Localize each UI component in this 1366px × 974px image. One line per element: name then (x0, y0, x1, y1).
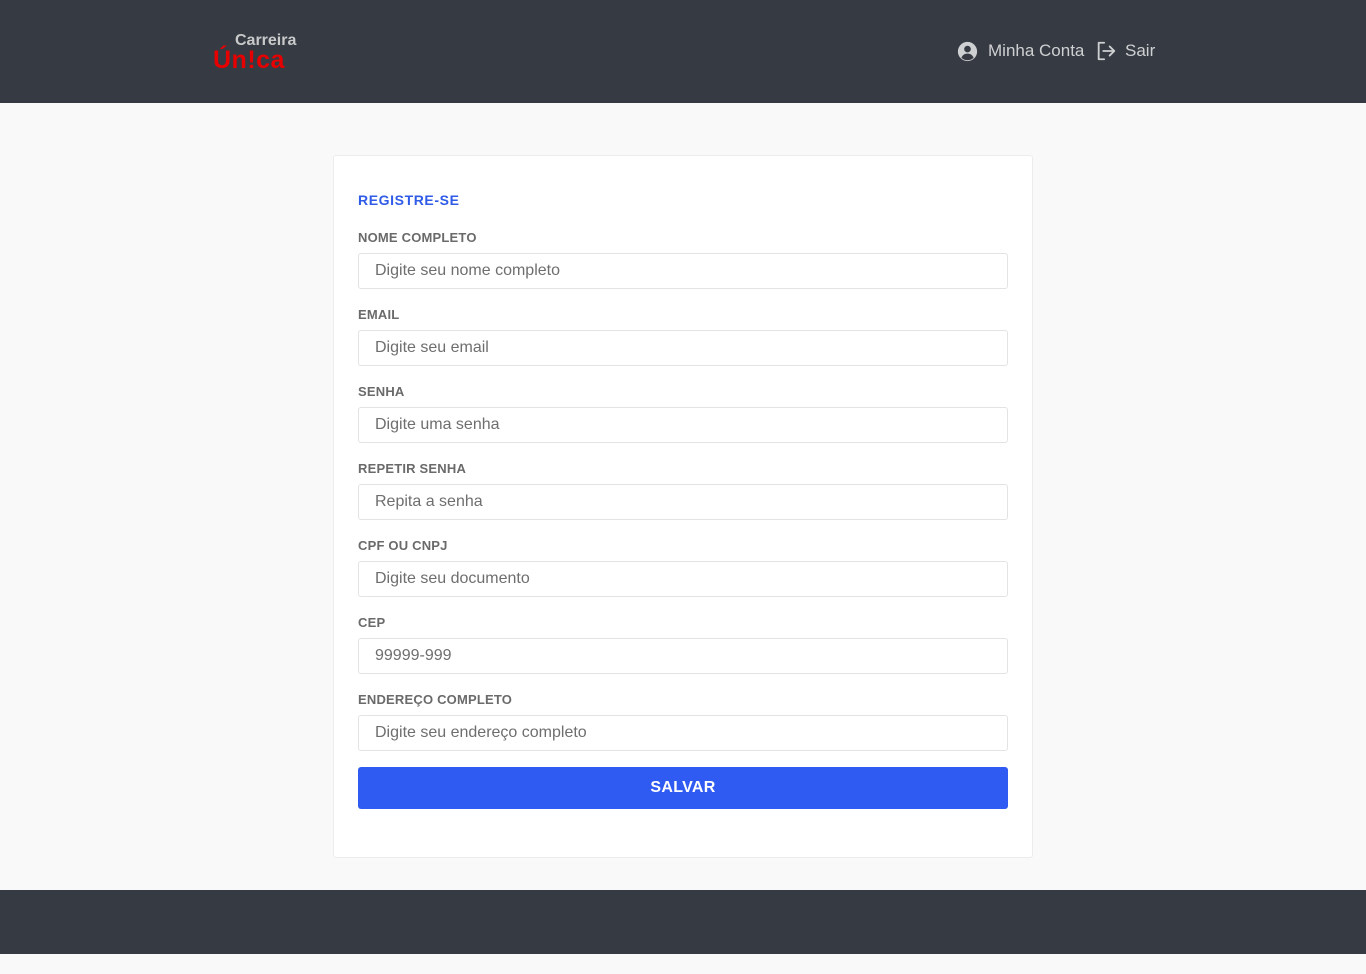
email-input[interactable] (358, 330, 1008, 366)
logout-link[interactable]: Sair (1095, 39, 1155, 63)
brand-logo[interactable]: Carreira Ún!ca (213, 32, 303, 74)
document-input[interactable] (358, 561, 1008, 597)
user-circle-icon (957, 41, 978, 62)
save-button[interactable]: SALVAR (358, 767, 1008, 809)
form-title: REGISTRE-SE (358, 192, 460, 208)
full-name-label: NOME COMPLETO (358, 230, 477, 245)
brand-logo-line2: Ún!ca (213, 46, 285, 74)
document-label: CPF OU CNPJ (358, 538, 448, 553)
password-input[interactable] (358, 407, 1008, 443)
cep-label: CEP (358, 615, 386, 630)
address-input[interactable] (358, 715, 1008, 751)
address-label: ENDEREÇO COMPLETO (358, 692, 513, 707)
full-name-input[interactable] (358, 253, 1008, 289)
page-footer (0, 890, 1366, 954)
email-label: EMAIL (358, 307, 400, 322)
my-account-label: Minha Conta (988, 41, 1085, 60)
logout-icon (1095, 40, 1117, 62)
register-card: REGISTRE-SE NOME COMPLETO EMAIL SENHA RE… (333, 155, 1033, 858)
cep-input[interactable] (358, 638, 1008, 674)
password-label: SENHA (358, 384, 405, 399)
repeat-password-input[interactable] (358, 484, 1008, 520)
logout-label: Sair (1125, 41, 1156, 60)
my-account-link[interactable]: Minha Conta (957, 39, 1084, 63)
top-navbar: Carreira Ún!ca Minha Conta Sair (0, 0, 1366, 103)
repeat-password-label: REPETIR SENHA (358, 461, 467, 476)
